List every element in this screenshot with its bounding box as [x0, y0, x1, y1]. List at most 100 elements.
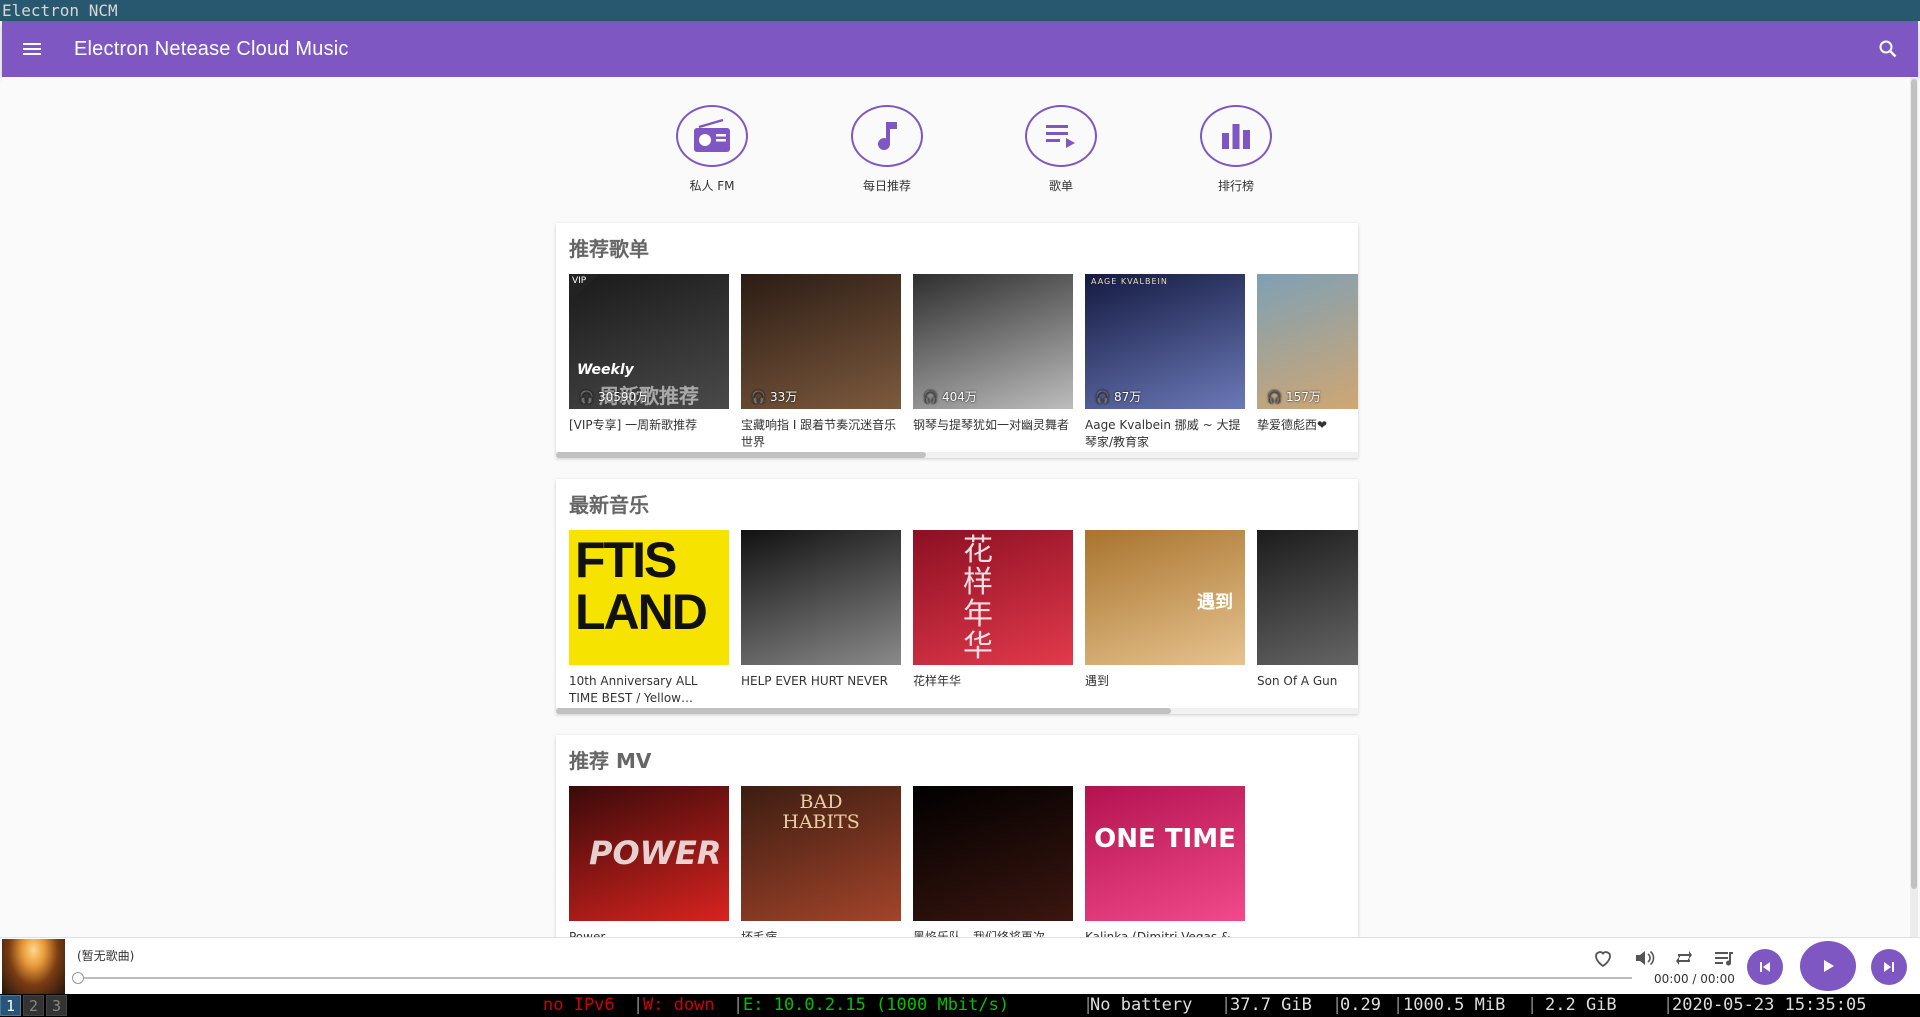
- play-count: 🎧 33万: [751, 389, 798, 405]
- section-heading: 最新音乐: [569, 493, 649, 517]
- playlist-name: 挚爱德彪西❤: [1257, 418, 1328, 432]
- album-cover: [1257, 530, 1358, 665]
- music-note-icon: [851, 105, 923, 167]
- cover-text: 遇到: [1197, 592, 1233, 613]
- headphones-icon: 🎧: [1095, 389, 1110, 404]
- workspace-button[interactable]: 2: [23, 995, 44, 1016]
- song-item[interactable]: HELP EVER HURT NEVER: [741, 530, 901, 690]
- main-content[interactable]: 私人 FM 每日推荐 歌单 排行榜 推荐歌单 VIP Weekly 周新歌推荐 …: [2, 77, 1910, 937]
- cover-text: ONE TIME: [1094, 824, 1236, 854]
- album-cover: [741, 530, 901, 665]
- progress-track[interactable]: [77, 977, 1632, 979]
- song-name: 遇到: [1085, 674, 1110, 688]
- repeat-icon[interactable]: [1672, 946, 1696, 970]
- album-cover: 遇到: [1085, 530, 1245, 665]
- new-music-card: 最新音乐 FTIS LAND 10th Anniversary ALL TIME…: [556, 479, 1358, 714]
- vertical-scrollbar[interactable]: [1910, 77, 1918, 937]
- next-button[interactable]: [1871, 949, 1907, 985]
- recommended-mv-card: 推荐 MV POWER Power BAD HABITS 坏毛病 黑焰乐队 - …: [556, 735, 1358, 937]
- playlist-cover: 🎧 404万: [913, 274, 1073, 409]
- mv-item[interactable]: 黑焰乐队 - 我们终将再次: [913, 786, 1073, 937]
- mv-row[interactable]: POWER Power BAD HABITS 坏毛病 黑焰乐队 - 我们终将再次…: [569, 786, 1358, 937]
- battery-status: No battery: [1090, 995, 1193, 1015]
- cover-text: FTIS LAND: [575, 532, 708, 640]
- playlist-cover: 🎧 33万: [741, 274, 901, 409]
- song-name: HELP EVER HURT NEVER: [741, 674, 888, 688]
- load-status: 0.29: [1340, 995, 1381, 1015]
- shortcut-label: 私人 FM: [689, 179, 735, 193]
- song-name: Son Of A Gun: [1257, 674, 1338, 688]
- mv-name: 黑焰乐队 - 我们终将再次: [913, 930, 1045, 937]
- play-icon: [1824, 960, 1834, 972]
- new-music-row[interactable]: FTIS LAND 10th Anniversary ALL TIME BEST…: [569, 530, 1358, 710]
- window-title: Electron NCM: [0, 0, 1920, 21]
- song-item[interactable]: FTIS LAND 10th Anniversary ALL TIME BEST…: [569, 530, 729, 707]
- playback-time: 00:00 / 00:00: [1654, 972, 1735, 986]
- wifi-status: W: down: [643, 995, 715, 1015]
- playlist-item[interactable]: 🎧 157万 挚爱德彪西❤: [1257, 274, 1358, 434]
- shortcut-bar: 私人 FM 每日推荐 歌单 排行榜: [657, 105, 1272, 200]
- playlist-name: 钢琴与提琴犹如一对幽灵舞者: [913, 418, 1070, 432]
- horizontal-scrollbar[interactable]: [556, 452, 1358, 458]
- cover-text: BAD HABITS: [782, 791, 860, 833]
- shortcut-charts[interactable]: 排行榜: [1181, 105, 1291, 194]
- player-bar: (暂无歌曲) 00:00 / 00:00: [0, 937, 1920, 995]
- album-cover: FTIS LAND: [569, 530, 729, 665]
- album-cover: 花样年华: [913, 530, 1073, 665]
- previous-button[interactable]: [1747, 949, 1783, 985]
- workspace-button[interactable]: 1: [0, 995, 21, 1016]
- shortcut-personal-fm[interactable]: 私人 FM: [657, 105, 767, 194]
- mv-item[interactable]: BAD HABITS 坏毛病: [741, 786, 901, 937]
- ethernet-status: E: 10.0.2.15 (1000 Mbit/s): [743, 995, 1010, 1015]
- headphones-icon: 🎧: [751, 389, 766, 404]
- horizontal-scrollbar[interactable]: [556, 708, 1358, 714]
- headphones-icon: 🎧: [923, 389, 938, 404]
- playlist-item[interactable]: 🎧 33万 宝藏响指 I 跟着节奏沉迷音乐世界: [741, 274, 901, 451]
- volume-icon[interactable]: [1632, 946, 1656, 970]
- playlist-cover: AAGE KVALBEIN 🎧 87万: [1085, 274, 1245, 409]
- playlist-cover: VIP Weekly 周新歌推荐 🎧 30590万: [569, 274, 729, 409]
- search-icon[interactable]: [1876, 37, 1900, 61]
- mv-item[interactable]: ONE TIME Kalinka (Dimitri Vegas &: [1085, 786, 1245, 937]
- shortcut-playlists[interactable]: 歌单: [1006, 105, 1116, 194]
- app-title: Electron Netease Cloud Music: [74, 38, 349, 60]
- section-heading: 推荐歌单: [569, 237, 649, 261]
- play-count: 🎧 404万: [923, 389, 977, 405]
- playlist-name: 宝藏响指 I 跟着节奏沉迷音乐世界: [741, 418, 897, 449]
- playlist-item[interactable]: 🎧 404万 钢琴与提琴犹如一对幽灵舞者: [913, 274, 1073, 434]
- playlist-icon: [1025, 105, 1097, 167]
- memory-used: 2.2 GiB: [1545, 995, 1617, 1015]
- progress-handle[interactable]: [72, 972, 84, 984]
- memory-free: 1000.5 MiB: [1403, 995, 1506, 1015]
- playlist-item[interactable]: AAGE KVALBEIN 🎧 87万 Aage Kvalbein 挪威 ~ 大提…: [1085, 274, 1245, 451]
- song-item[interactable]: Son Of A Gun: [1257, 530, 1358, 690]
- play-button[interactable]: [1800, 941, 1856, 991]
- playlist-row[interactable]: VIP Weekly 周新歌推荐 🎧 30590万 [VIP专享] 一周新歌推荐 …: [569, 274, 1358, 454]
- current-song: (暂无歌曲): [77, 949, 135, 963]
- app-bar: Electron Netease Cloud Music: [2, 21, 1918, 77]
- play-count: 🎧 157万: [1267, 389, 1321, 405]
- skip-next-icon: [1884, 962, 1894, 972]
- headphones-icon: 🎧: [579, 389, 594, 404]
- section-heading: 推荐 MV: [569, 749, 652, 773]
- song-name: 花样年华: [913, 674, 962, 688]
- menu-icon[interactable]: [20, 37, 44, 61]
- song-item[interactable]: 花样年华 花样年华: [913, 530, 1073, 690]
- cover-text: AAGE KVALBEIN: [1091, 277, 1168, 286]
- disk-status: 37.7 GiB: [1230, 995, 1312, 1015]
- headphones-icon: 🎧: [1267, 389, 1282, 404]
- heart-icon[interactable]: [1591, 946, 1615, 970]
- play-count: 🎧 87万: [1095, 389, 1142, 405]
- song-item[interactable]: 遇到 遇到: [1085, 530, 1245, 690]
- playlist-cover: 🎧 157万: [1257, 274, 1358, 409]
- queue-icon[interactable]: [1712, 946, 1736, 970]
- playlist-item[interactable]: VIP Weekly 周新歌推荐 🎧 30590万 [VIP专享] 一周新歌推荐: [569, 274, 729, 434]
- shortcut-daily-recommend[interactable]: 每日推荐: [832, 105, 942, 194]
- cover-text: Weekly: [577, 362, 634, 378]
- vip-badge: VIP: [569, 274, 599, 304]
- workspace-button[interactable]: 3: [46, 995, 67, 1016]
- song-name: 10th Anniversary ALL TIME BEST / Yellow…: [569, 674, 698, 705]
- shortcut-label: 排行榜: [1217, 179, 1254, 193]
- mv-item[interactable]: POWER Power: [569, 786, 729, 937]
- album-art[interactable]: [2, 939, 65, 995]
